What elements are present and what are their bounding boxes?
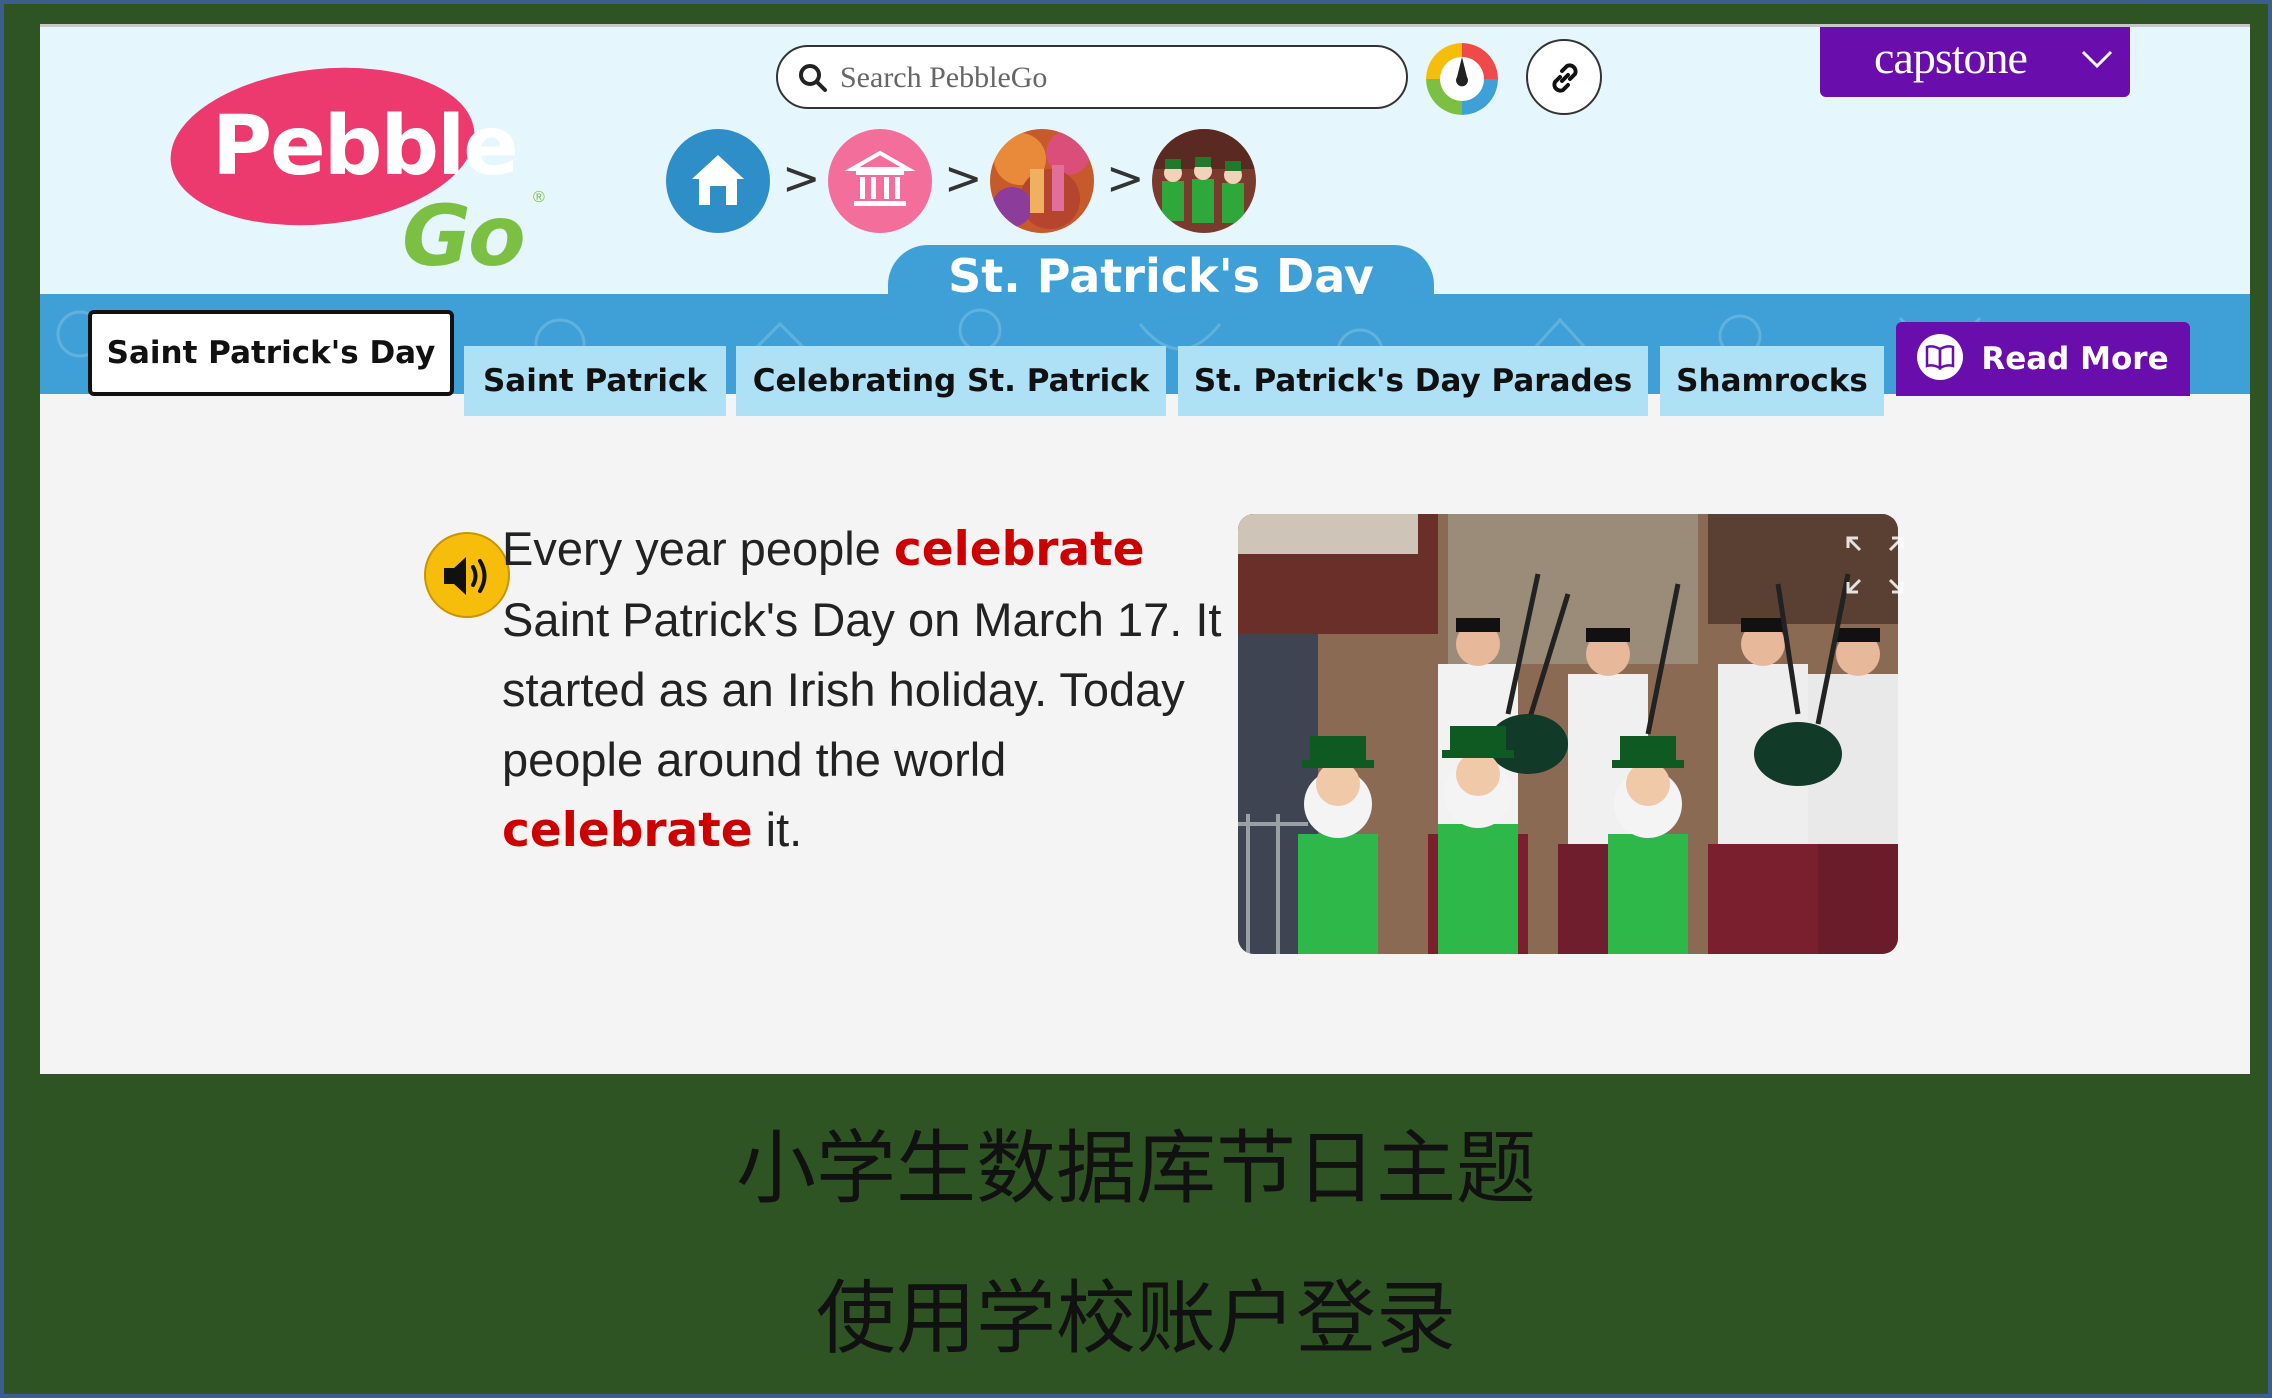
museum-icon xyxy=(844,150,916,206)
book-icon xyxy=(1926,344,1955,370)
search-icon xyxy=(799,64,827,92)
tab-saint-patricks-day[interactable]: Saint Patrick's Day xyxy=(88,310,454,396)
tab-label: Saint Patrick xyxy=(482,363,708,399)
tab-saint-patrick[interactable]: Saint Patrick xyxy=(464,346,726,416)
breadcrumb-separator: > xyxy=(944,151,983,205)
breadcrumb-holidays[interactable] xyxy=(828,129,932,233)
caption-line-2: 使用学校账户登录 xyxy=(816,1272,1456,1365)
breadcrumb-home[interactable] xyxy=(666,129,770,233)
breadcrumb-holi[interactable] xyxy=(990,129,1094,233)
tab-label: St. Patrick's Day Parades xyxy=(1193,363,1633,399)
logo-registered-mark: ® xyxy=(533,189,545,206)
audio-play-button[interactable] xyxy=(424,532,510,618)
search-input[interactable] xyxy=(838,57,1382,99)
screenshot-frame: Pebble Go ® Search PebbleGo capstone > >… xyxy=(0,0,2272,1398)
tab-shamrocks[interactable]: Shamrocks xyxy=(1660,346,1884,416)
book-icon-wrap xyxy=(1917,333,1964,380)
tab-label: Celebrating St. Patrick xyxy=(752,363,1150,399)
tab-label: Saint Patrick's Day xyxy=(106,335,436,371)
logo-go-text: Go xyxy=(402,187,526,285)
share-link-button[interactable] xyxy=(1526,39,1602,115)
discovery-wheel-icon[interactable] xyxy=(1426,43,1498,115)
search-box[interactable] xyxy=(776,45,1408,109)
breadcrumb-separator: > xyxy=(782,151,821,205)
article-segment: it. xyxy=(752,803,803,856)
pebblego-app: Pebble Go ® Search PebbleGo capstone > >… xyxy=(40,24,2250,1074)
home-icon xyxy=(692,155,744,205)
logo-pebble-text: Pebble xyxy=(212,99,519,194)
read-more-label: Read More xyxy=(1981,341,2169,377)
read-more-button[interactable]: Read More xyxy=(1896,322,2190,396)
glossary-word-celebrate[interactable]: celebrate xyxy=(894,522,1145,577)
tab-celebrating-st-patrick[interactable]: Celebrating St. Patrick xyxy=(736,346,1166,416)
article-segment: Saint Patrick's Day on March 17. It star… xyxy=(502,593,1222,786)
tab-st-patricks-day-parades[interactable]: St. Patrick's Day Parades xyxy=(1178,346,1648,416)
capstone-menu-button[interactable]: capstone xyxy=(1820,27,2130,97)
speaker-icon xyxy=(444,557,487,595)
tab-label: Shamrocks xyxy=(1676,363,1868,399)
parade-photo[interactable] xyxy=(1238,514,1898,954)
article-text: Every year people celebrate Saint Patric… xyxy=(502,514,1262,866)
capstone-label: capstone xyxy=(1874,32,2028,83)
parade-thumbnail xyxy=(1152,129,1256,233)
breadcrumb-st-patricks[interactable] xyxy=(1152,129,1256,233)
glossary-word-celebrate[interactable]: celebrate xyxy=(502,803,753,858)
article-segment: Every year people xyxy=(502,522,894,575)
pebblego-logo[interactable]: Pebble Go ® xyxy=(162,53,550,289)
expand-image-icon[interactable] xyxy=(1844,534,1906,596)
caption-line-1: 小学生数据库节日主题 xyxy=(736,1122,1536,1215)
breadcrumb-separator: > xyxy=(1106,151,1145,205)
header: Pebble Go ® Search PebbleGo capstone > >… xyxy=(40,24,2250,307)
chevron-down-icon xyxy=(2081,50,2113,69)
link-icon xyxy=(1552,63,1578,93)
holi-thumbnail xyxy=(990,129,1094,233)
